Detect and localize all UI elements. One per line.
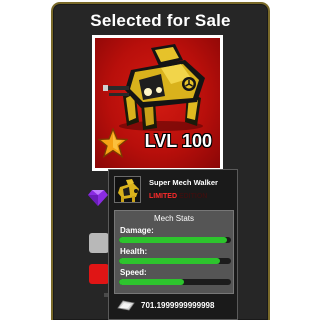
stat-bar-track <box>119 279 231 285</box>
stat-label: Health: <box>120 247 148 256</box>
damage-bar <box>119 237 227 243</box>
speed-bar <box>119 279 184 285</box>
stat-row-health: Health: <box>115 246 233 267</box>
mech-thumbnail-icon <box>118 179 139 202</box>
silver-coin-icon <box>117 300 135 311</box>
item-card[interactable]: LVL 100 <box>92 35 223 171</box>
item-card-background: LVL 100 <box>95 38 220 168</box>
stat-row-speed: Speed: <box>115 267 233 288</box>
side-button-gray[interactable] <box>89 233 109 253</box>
item-thumbnail <box>114 176 141 203</box>
item-rarity: LIMITED EDITION <box>149 193 207 200</box>
rarity-obscured: EDITION <box>178 193 208 200</box>
stats-box: Mech Stats Damage: Health: Speed: <box>114 210 234 294</box>
stat-bar-track <box>119 237 231 243</box>
side-button-red[interactable] <box>89 264 109 284</box>
purple-gem-icon[interactable] <box>88 189 108 207</box>
item-name: Super Mech Walker <box>149 178 218 187</box>
stat-label: Damage: <box>120 226 154 235</box>
rarity-visible: LIMITED <box>149 193 177 200</box>
panel-title: Selected for Sale <box>90 11 231 30</box>
stats-header: Mech Stats <box>153 214 194 223</box>
item-tooltip: Super Mech Walker LIMITED EDITION Mech S… <box>108 169 238 320</box>
mech-walker-icon <box>103 44 205 131</box>
stat-bar-track <box>119 258 231 264</box>
star-icon <box>98 128 128 158</box>
price-value: 701.1999999999998 <box>141 301 215 310</box>
stat-label: Speed: <box>120 268 147 277</box>
health-bar <box>119 258 220 264</box>
stat-row-damage: Damage: <box>115 225 233 246</box>
level-label: LVL 100 <box>144 131 212 151</box>
price-row: 701.1999999999998 <box>114 298 234 314</box>
